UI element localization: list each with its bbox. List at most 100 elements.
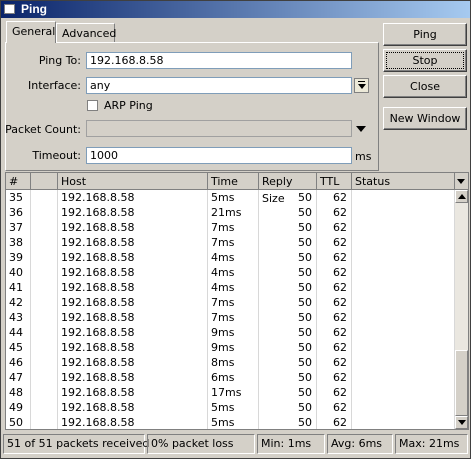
cell-ttl: 62 xyxy=(317,265,352,280)
cell-time: 5ms xyxy=(208,400,259,415)
cell-reply-size: 50 xyxy=(259,250,317,265)
status-bar: 51 of 51 packets received 0% packet loss… xyxy=(3,434,470,454)
cell-time: 7ms xyxy=(208,295,259,310)
table-row[interactable]: 47 192.168.8.58 6ms 50 62 xyxy=(6,370,455,385)
cell-num: 48 xyxy=(6,385,31,400)
cell-time: 5ms xyxy=(208,190,259,205)
cell-time: 8ms xyxy=(208,355,259,370)
vertical-scrollbar[interactable] xyxy=(455,190,468,429)
arp-ping-checkbox[interactable] xyxy=(87,100,98,111)
cell-reply-size: 50 xyxy=(259,220,317,235)
table-row[interactable]: 42 192.168.8.58 7ms 50 62 xyxy=(6,295,455,310)
cell-time: 9ms xyxy=(208,325,259,340)
cell-status xyxy=(352,265,455,280)
cell-time: 17ms xyxy=(208,385,259,400)
cell-status xyxy=(352,205,455,220)
table-row[interactable]: 48 192.168.8.58 17ms 50 62 xyxy=(6,385,455,400)
cell-num: 43 xyxy=(6,310,31,325)
interface-select[interactable]: any xyxy=(86,77,352,94)
cell-time: 7ms xyxy=(208,220,259,235)
cell-ttl: 62 xyxy=(317,190,352,205)
cell-num: 49 xyxy=(6,400,31,415)
cell-flags xyxy=(31,190,58,205)
cell-status xyxy=(352,280,455,295)
cell-ttl: 62 xyxy=(317,370,352,385)
cell-status xyxy=(352,355,455,370)
table-row[interactable]: 44 192.168.8.58 9ms 50 62 xyxy=(6,325,455,340)
ping-to-input[interactable]: 192.168.8.58 xyxy=(86,52,352,69)
cell-reply-size: 50 xyxy=(259,385,317,400)
table-row[interactable]: 41 192.168.8.58 4ms 50 62 xyxy=(6,280,455,295)
cell-status xyxy=(352,385,455,400)
cell-time: 6ms xyxy=(208,370,259,385)
stop-button[interactable]: Stop xyxy=(383,49,467,72)
close-button[interactable]: Close xyxy=(383,75,467,98)
table-row[interactable]: 45 192.168.8.58 9ms 50 62 xyxy=(6,340,455,355)
packet-count-dropdown-icon[interactable] xyxy=(356,126,366,132)
table-row[interactable]: 35 192.168.8.58 5ms 50 62 xyxy=(6,190,455,205)
column-menu-icon[interactable] xyxy=(455,173,468,190)
packet-count-input[interactable] xyxy=(86,120,352,137)
interface-label: Interface: xyxy=(28,79,81,92)
tab-general[interactable]: General xyxy=(6,21,56,43)
scroll-down-icon[interactable] xyxy=(455,416,468,429)
cell-host: 192.168.8.58 xyxy=(58,370,208,385)
timeout-input[interactable]: 1000 xyxy=(86,147,352,164)
cell-reply-size: 50 xyxy=(259,310,317,325)
col-header-reply-size[interactable]: Reply Size xyxy=(259,173,317,205)
cell-time: 4ms xyxy=(208,250,259,265)
cell-num: 35 xyxy=(6,190,31,205)
col-header-flags[interactable] xyxy=(31,173,58,190)
col-header-status[interactable]: Status xyxy=(352,173,455,190)
col-header-num[interactable]: # xyxy=(6,173,31,190)
scroll-up-icon[interactable] xyxy=(455,190,468,203)
cell-host: 192.168.8.58 xyxy=(58,205,208,220)
cell-ttl: 62 xyxy=(317,340,352,355)
cell-status xyxy=(352,325,455,340)
table-row[interactable]: 40 192.168.8.58 4ms 50 62 xyxy=(6,265,455,280)
col-header-time[interactable]: Time xyxy=(208,173,259,190)
scroll-track[interactable] xyxy=(455,203,468,416)
scroll-thumb[interactable] xyxy=(455,350,468,416)
arp-ping-label: ARP Ping xyxy=(104,99,153,112)
col-header-ttl[interactable]: TTL xyxy=(317,173,352,190)
cell-reply-size: 50 xyxy=(259,355,317,370)
table-row[interactable]: 36 192.168.8.58 21ms 50 62 xyxy=(6,205,455,220)
cell-status xyxy=(352,235,455,250)
cell-flags xyxy=(31,385,58,400)
cell-host: 192.168.8.58 xyxy=(58,310,208,325)
table-row[interactable]: 38 192.168.8.58 7ms 50 62 xyxy=(6,235,455,250)
table-body: 35 192.168.8.58 5ms 50 62 36 192.168.8.58 21ms 5… xyxy=(6,190,455,429)
cell-reply-size: 50 xyxy=(259,295,317,310)
cell-host: 192.168.8.58 xyxy=(58,340,208,355)
cell-ttl: 62 xyxy=(317,250,352,265)
cell-status xyxy=(352,310,455,325)
table-row[interactable]: 46 192.168.8.58 8ms 50 62 xyxy=(6,355,455,370)
table-row[interactable]: 43 192.168.8.58 7ms 50 62 xyxy=(6,310,455,325)
cell-time: 21ms xyxy=(208,205,259,220)
tab-advanced[interactable]: Advanced xyxy=(56,23,116,42)
col-header-host[interactable]: Host xyxy=(58,173,208,190)
cell-status xyxy=(352,415,455,429)
timeout-unit: ms xyxy=(355,150,372,163)
table-row[interactable]: 37 192.168.8.58 7ms 50 62 xyxy=(6,220,455,235)
cell-host: 192.168.8.58 xyxy=(58,295,208,310)
cell-host: 192.168.8.58 xyxy=(58,415,208,429)
cell-ttl: 62 xyxy=(317,235,352,250)
table-row[interactable]: 49 192.168.8.58 5ms 50 62 xyxy=(6,400,455,415)
cell-ttl: 62 xyxy=(317,220,352,235)
cell-ttl: 62 xyxy=(317,310,352,325)
cell-flags xyxy=(31,205,58,220)
timeout-label: Timeout: xyxy=(32,149,81,162)
new-window-button[interactable]: New Window xyxy=(383,107,467,130)
cell-flags xyxy=(31,400,58,415)
cell-flags xyxy=(31,265,58,280)
ping-button[interactable]: Ping xyxy=(383,23,467,46)
table-row[interactable]: 39 192.168.8.58 4ms 50 62 xyxy=(6,250,455,265)
title-bar[interactable]: Ping xyxy=(1,1,470,18)
interface-dropdown-button[interactable] xyxy=(354,78,369,93)
table-row[interactable]: 50 192.168.8.58 5ms 50 62 xyxy=(6,415,455,429)
cell-flags xyxy=(31,235,58,250)
cell-host: 192.168.8.58 xyxy=(58,280,208,295)
ping-to-label: Ping To: xyxy=(38,54,81,67)
